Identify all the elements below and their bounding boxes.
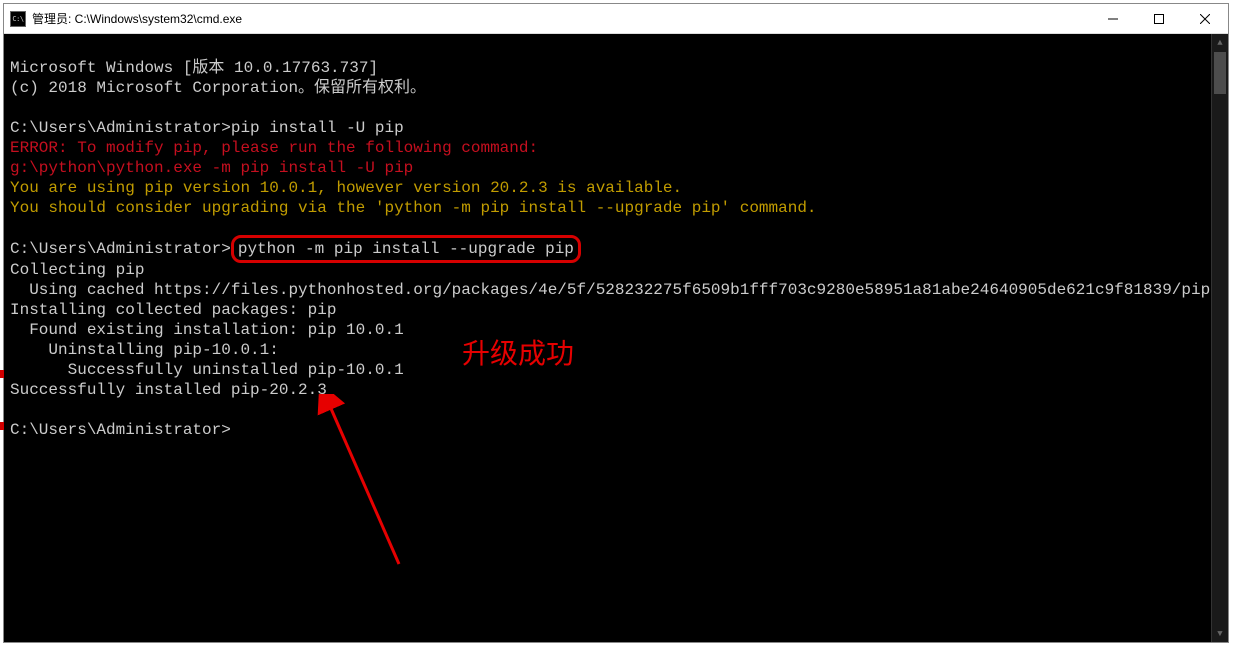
- highlighted-command: python -m pip install --upgrade pip: [231, 235, 581, 263]
- terminal-command: python -m pip install --upgrade pip: [238, 240, 574, 258]
- scrollbar-up-icon[interactable]: ▲: [1212, 34, 1228, 51]
- terminal-line: Successfully installed pip-20.2.3: [10, 381, 327, 399]
- terminal-command: pip install -U pip: [231, 119, 404, 137]
- terminal-prompt: C:\Users\Administrator>: [10, 240, 231, 258]
- cmd-window: C:\ 管理员: C:\Windows\system32\cmd.exe Mic…: [3, 3, 1229, 643]
- cmd-icon: C:\: [10, 11, 26, 27]
- terminal-line: Installing collected packages: pip: [10, 301, 336, 319]
- terminal-line: Microsoft Windows [版本 10.0.17763.737]: [10, 59, 378, 77]
- margin-marker-icon: [0, 422, 4, 430]
- window-title: 管理员: C:\Windows\system32\cmd.exe: [32, 10, 1090, 27]
- terminal-prompt: C:\Users\Administrator>: [10, 421, 231, 439]
- terminal-error: g:\python\python.exe -m pip install -U p…: [10, 159, 413, 177]
- terminal-line: Found existing installation: pip 10.0.1: [10, 321, 404, 339]
- terminal-line: Collecting pip: [10, 261, 144, 279]
- titlebar[interactable]: C:\ 管理员: C:\Windows\system32\cmd.exe: [4, 4, 1228, 34]
- terminal-area[interactable]: Microsoft Windows [版本 10.0.17763.737] (c…: [4, 34, 1228, 642]
- window-controls: [1090, 4, 1228, 33]
- terminal-line: Uninstalling pip-10.0.1:: [10, 341, 279, 359]
- terminal-error: ERROR: To modify pip, please run the fol…: [10, 139, 538, 157]
- terminal-warning: You should consider upgrading via the 'p…: [10, 199, 817, 217]
- terminal-line: Successfully uninstalled pip-10.0.1: [10, 361, 404, 379]
- minimize-button[interactable]: [1090, 4, 1136, 33]
- margin-marker-icon: [0, 370, 4, 378]
- terminal-warning: You are using pip version 10.0.1, howeve…: [10, 179, 682, 197]
- terminal-prompt: C:\Users\Administrator>: [10, 119, 231, 137]
- close-button[interactable]: [1182, 4, 1228, 33]
- scrollbar-down-icon[interactable]: ▼: [1212, 625, 1228, 642]
- terminal-line: (c) 2018 Microsoft Corporation。保留所有权利。: [10, 79, 426, 97]
- maximize-button[interactable]: [1136, 4, 1182, 33]
- terminal-line: Using cached https://files.pythonhosted.…: [10, 281, 1228, 299]
- annotation-text: 升级成功: [462, 344, 574, 364]
- annotation-arrow-icon: [314, 394, 434, 574]
- scrollbar-thumb[interactable]: [1214, 52, 1226, 94]
- terminal-scrollbar[interactable]: ▲ ▼: [1211, 34, 1228, 642]
